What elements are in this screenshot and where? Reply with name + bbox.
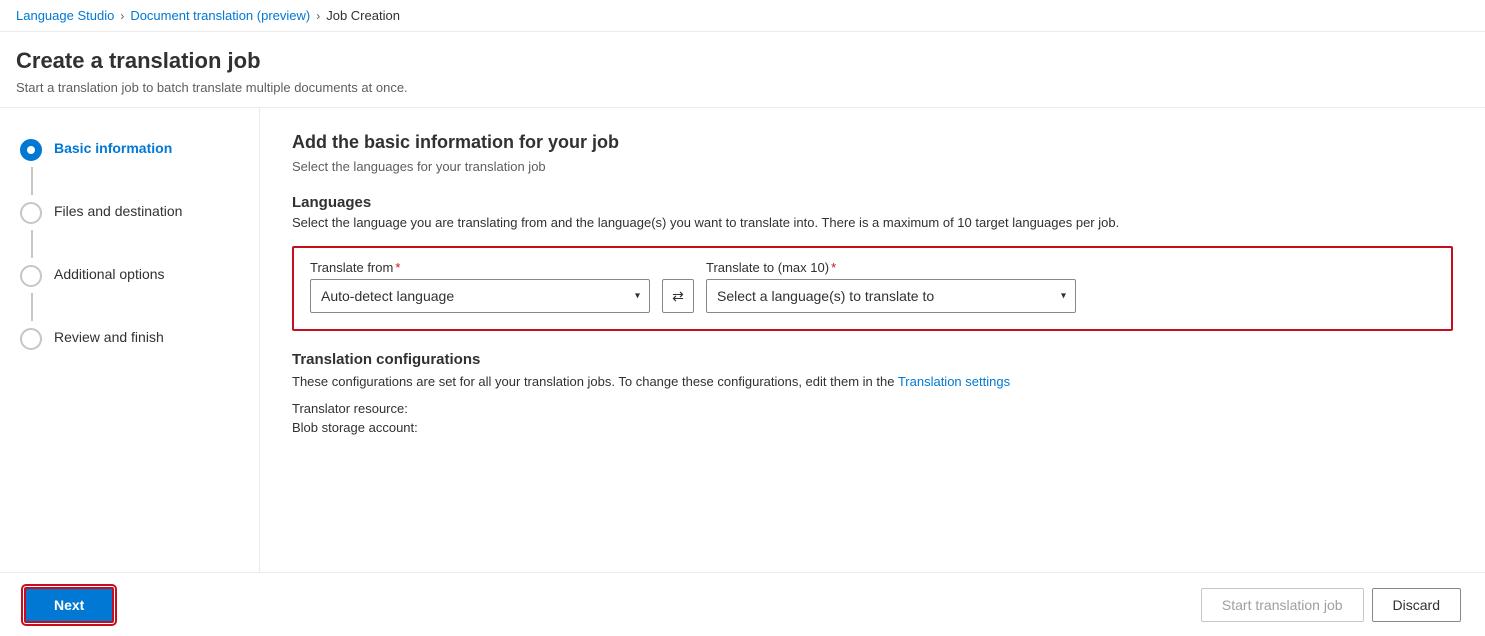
step-connector-1: [31, 167, 33, 195]
main-layout: Basic information Files and destination …: [0, 108, 1485, 634]
step-files-destination[interactable]: Files and destination: [20, 195, 239, 230]
page-description: Start a translation job to batch transla…: [16, 80, 1469, 95]
step-circle-review: [20, 328, 42, 350]
languages-box: Translate from* Auto-detect language Eng…: [292, 246, 1453, 331]
breadcrumb: Language Studio › Document translation (…: [0, 0, 1485, 32]
config-desc: These configurations are set for all you…: [292, 374, 1453, 389]
config-section: Translation configurations These configu…: [292, 351, 1453, 435]
step-label-review: Review and finish: [54, 327, 164, 345]
swap-icon: ⇄: [672, 288, 684, 305]
step-basic-information[interactable]: Basic information: [20, 132, 239, 167]
breadcrumb-sep-2: ›: [316, 9, 320, 23]
translation-settings-link[interactable]: Translation settings: [898, 374, 1010, 389]
translate-from-group: Translate from* Auto-detect language Eng…: [310, 260, 650, 313]
swap-languages-button[interactable]: ⇄: [662, 279, 694, 313]
sidebar: Basic information Files and destination …: [0, 108, 260, 634]
translate-to-select-wrapper: Select a language(s) to translate to Eng…: [706, 279, 1076, 313]
translate-from-label: Translate from*: [310, 260, 650, 275]
bottom-bar: Next Start translation job Discard: [0, 572, 1485, 636]
content-heading: Add the basic information for your job: [292, 132, 1453, 153]
step-circle-additional: [20, 265, 42, 287]
breadcrumb-document-translation[interactable]: Document translation (preview): [130, 8, 310, 23]
page-header: Create a translation job Start a transla…: [0, 32, 1485, 108]
config-row-translator: Translator resource:: [292, 401, 1453, 416]
right-buttons: Start translation job Discard: [1201, 588, 1461, 622]
step-connector-3: [31, 293, 33, 321]
step-circle-basic: [20, 139, 42, 161]
step-review-finish[interactable]: Review and finish: [20, 321, 239, 356]
config-title: Translation configurations: [292, 351, 1453, 368]
step-connector-2: [31, 230, 33, 258]
translate-from-required: *: [395, 260, 400, 275]
start-translation-button[interactable]: Start translation job: [1201, 588, 1364, 622]
breadcrumb-language-studio[interactable]: Language Studio: [16, 8, 114, 23]
breadcrumb-current: Job Creation: [326, 8, 400, 23]
translate-to-group: Translate to (max 10)* Select a language…: [706, 260, 1076, 313]
step-circle-files: [20, 202, 42, 224]
step-label-files: Files and destination: [54, 201, 182, 219]
translate-to-select[interactable]: Select a language(s) to translate to Eng…: [706, 279, 1076, 313]
page-title: Create a translation job: [16, 48, 1469, 74]
step-additional-options[interactable]: Additional options: [20, 258, 239, 293]
languages-section-desc: Select the language you are translating …: [292, 215, 1453, 230]
discard-button[interactable]: Discard: [1372, 588, 1461, 622]
translate-to-required: *: [831, 260, 836, 275]
config-row-blob: Blob storage account:: [292, 420, 1453, 435]
content-subtitle: Select the languages for your translatio…: [292, 159, 1453, 174]
translate-from-select-wrapper: Auto-detect language English French Germ…: [310, 279, 650, 313]
next-button[interactable]: Next: [24, 587, 114, 623]
languages-section-title: Languages: [292, 194, 1453, 211]
translate-from-select[interactable]: Auto-detect language English French Germ…: [310, 279, 650, 313]
step-label-additional: Additional options: [54, 264, 165, 282]
translate-to-label: Translate to (max 10)*: [706, 260, 1076, 275]
breadcrumb-sep-1: ›: [120, 9, 124, 23]
step-label-basic: Basic information: [54, 138, 172, 156]
content-area: Add the basic information for your job S…: [260, 108, 1485, 634]
